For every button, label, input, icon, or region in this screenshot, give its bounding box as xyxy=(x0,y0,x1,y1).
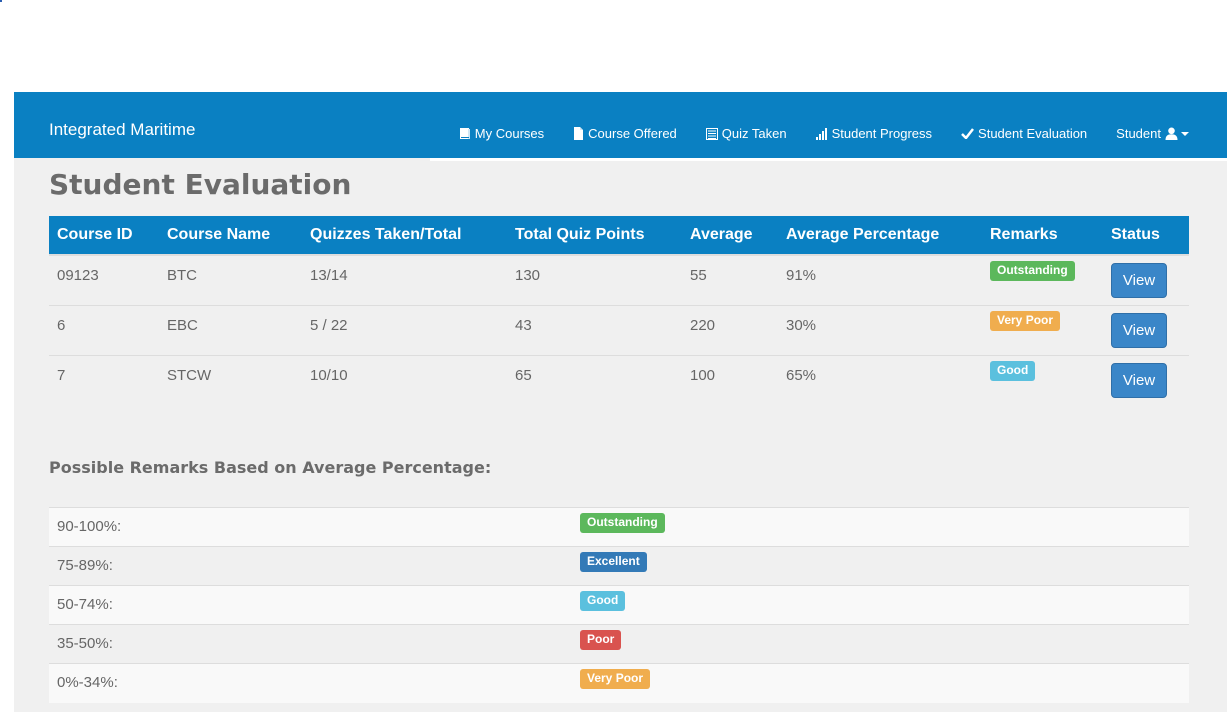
list-icon xyxy=(705,127,718,140)
remarks-badge-cell: Good xyxy=(572,585,1189,625)
user-icon xyxy=(1165,127,1178,140)
remarks-badge: Excellent xyxy=(580,552,647,572)
nav-item-my-courses[interactable]: My Courses xyxy=(459,126,544,141)
cell-course-name: STCW xyxy=(159,354,302,405)
header-total-points: Total Quiz Points xyxy=(515,226,645,243)
cell-percentage: 91% xyxy=(778,254,982,305)
nav-underline xyxy=(430,158,1227,161)
remarks-range: 50-74%: xyxy=(49,585,572,625)
cell-remark: Outstanding xyxy=(982,254,1103,305)
nav-item-label: Student xyxy=(1116,126,1161,141)
remarks-guide-table: 90-100%: Outstanding 75-89%: Excellent 5… xyxy=(49,507,1189,703)
nav-item-quiz-taken[interactable]: Quiz Taken xyxy=(705,126,787,141)
page-title: Student Evaluation xyxy=(49,168,352,201)
nav-item-student-progress[interactable]: Student Progress xyxy=(815,126,933,141)
evaluation-table: Course ID Course Name Quizzes Taken/Tota… xyxy=(49,216,1189,405)
remarks-row: 0%-34%: Very Poor xyxy=(49,663,1189,703)
nav-item-label: My Courses xyxy=(474,126,545,141)
remarks-row: 50-74%: Good xyxy=(49,585,1189,625)
cell-points: 65 xyxy=(507,354,682,405)
header-status: Status xyxy=(1111,226,1160,243)
remarks-row: 35-50%: Poor xyxy=(49,624,1189,664)
table-row: 7 STCW 10/10 65 100 65% Good View xyxy=(49,354,1189,405)
cell-remark: Good xyxy=(982,354,1103,405)
main-content: Student Evaluation Course ID Course Name… xyxy=(14,158,1227,712)
cell-percentage: 65% xyxy=(778,354,982,405)
cell-quizzes: 10/10 xyxy=(302,354,507,405)
remarks-badge: Good xyxy=(580,591,626,611)
nav-menu: My Courses Course Offered Quiz Taken Stu… xyxy=(459,126,1189,141)
cell-percentage: 30% xyxy=(778,304,982,355)
remarks-badge-cell: Excellent xyxy=(572,546,1189,586)
remarks-badge: Very Poor xyxy=(580,669,651,689)
remarks-row: 90-100%: Outstanding xyxy=(49,507,1189,547)
nav-item-student-dropdown[interactable]: Student xyxy=(1116,126,1189,141)
checkmark-icon xyxy=(961,128,975,139)
navbar-brand[interactable]: Integrated Maritime xyxy=(49,120,195,140)
remark-badge: Good xyxy=(990,360,1036,381)
remarks-range: 0%-34%: xyxy=(49,663,572,703)
nav-item-student-evaluation[interactable]: Student Evaluation xyxy=(961,126,1087,141)
header-quizzes: Quizzes Taken/Total xyxy=(310,226,462,243)
header-course-id: Course ID xyxy=(57,226,133,243)
remarks-range: 75-89%: xyxy=(49,546,572,586)
remark-badge: Very Poor xyxy=(990,310,1061,331)
cell-status: View xyxy=(1103,304,1189,355)
remarks-badge: Outstanding xyxy=(580,513,665,533)
cell-course-id: 09123 xyxy=(49,254,159,305)
cell-course-id: 7 xyxy=(49,354,159,405)
remarks-range: 35-50%: xyxy=(49,624,572,664)
header-remarks: Remarks xyxy=(990,226,1058,243)
remarks-badge-cell: Poor xyxy=(572,624,1189,664)
view-button[interactable]: View xyxy=(1111,263,1167,298)
navbar: Integrated Maritime My Courses Course Of… xyxy=(14,92,1227,158)
cell-quizzes: 13/14 xyxy=(302,254,507,305)
file-icon xyxy=(574,127,584,140)
remarks-badge-cell: Outstanding xyxy=(572,507,1189,547)
chevron-down-icon xyxy=(1181,131,1189,136)
remarks-badge: Poor xyxy=(580,630,622,650)
remark-badge: Outstanding xyxy=(990,261,1075,281)
cell-average: 220 xyxy=(682,304,778,355)
nav-item-course-offered[interactable]: Course Offered xyxy=(573,126,677,141)
cell-status: View xyxy=(1103,354,1189,405)
cell-points: 130 xyxy=(507,254,682,305)
page: Integrated Maritime My Courses Course Of… xyxy=(0,0,1227,712)
table-row: 6 EBC 5 / 22 43 220 30% Very Poor View xyxy=(49,304,1189,355)
cell-course-name: EBC xyxy=(159,304,302,355)
view-button[interactable]: View xyxy=(1111,312,1167,348)
cell-quizzes: 5 / 22 xyxy=(302,304,507,355)
nav-item-label: Student Evaluation xyxy=(978,126,1088,141)
remarks-range: 90-100%: xyxy=(49,507,572,547)
cell-average: 100 xyxy=(682,354,778,405)
table-row: 09123 BTC 13/14 130 55 91% Outstanding V… xyxy=(49,254,1189,305)
view-button[interactable]: View xyxy=(1111,362,1167,398)
table-header-row: Course ID Course Name Quizzes Taken/Tota… xyxy=(49,216,1189,255)
nav-item-label: Course Offered xyxy=(588,126,677,141)
nav-item-label: Student Progress xyxy=(831,126,933,141)
cell-remark: Very Poor xyxy=(982,304,1103,355)
cell-points: 43 xyxy=(507,304,682,355)
cell-status: View xyxy=(1103,254,1189,305)
cell-course-name: BTC xyxy=(159,254,302,305)
cell-course-id: 6 xyxy=(49,304,159,355)
top-left-dot xyxy=(0,0,2,2)
header-average-percentage: Average Percentage xyxy=(786,226,940,243)
remarks-heading: Possible Remarks Based on Average Percen… xyxy=(49,458,492,477)
signal-bars-icon xyxy=(815,127,827,140)
remarks-badge-cell: Very Poor xyxy=(572,663,1189,703)
nav-item-label: Quiz Taken xyxy=(721,126,787,141)
cell-average: 55 xyxy=(682,254,778,305)
header-course-name: Course Name xyxy=(167,226,271,243)
book-icon xyxy=(459,128,470,139)
remarks-row: 75-89%: Excellent xyxy=(49,546,1189,586)
header-average: Average xyxy=(690,226,753,243)
